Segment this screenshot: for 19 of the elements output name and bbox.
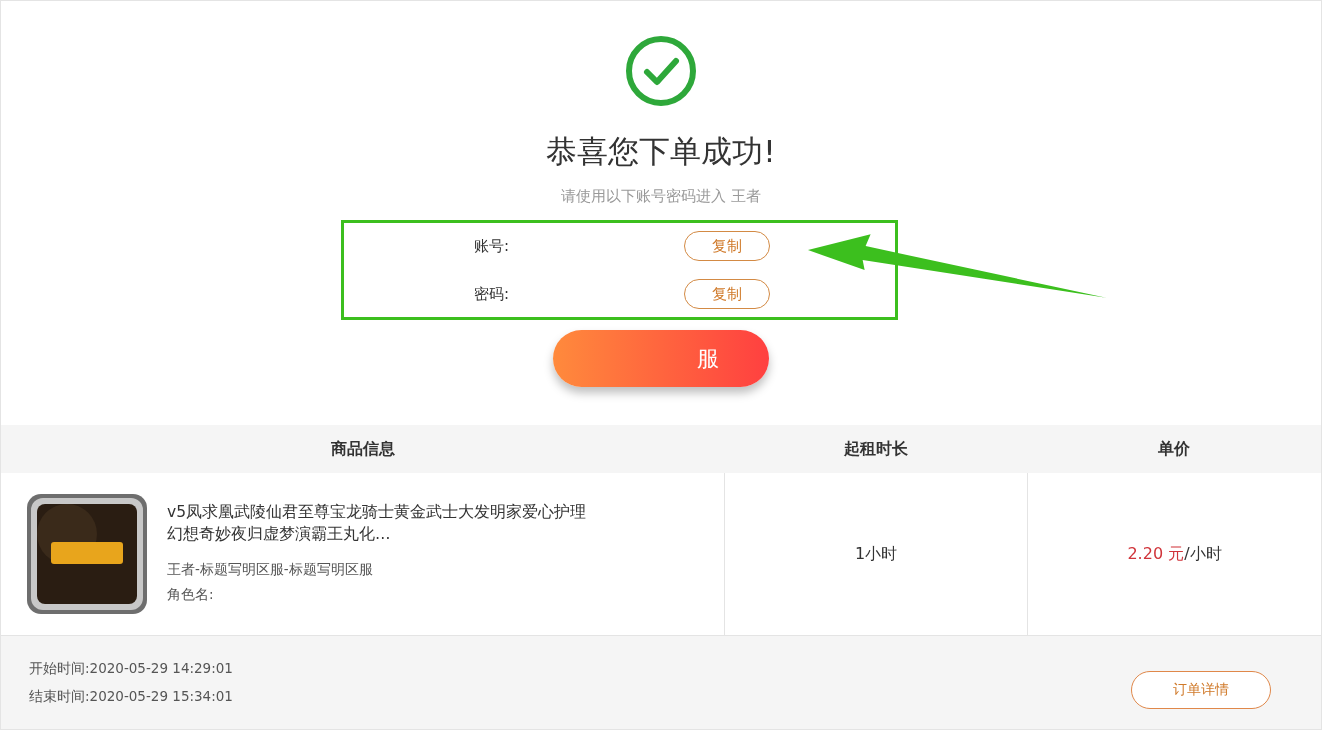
copy-button[interactable]: 复制 <box>684 231 770 261</box>
copy-button[interactable]: 复制 <box>684 279 770 309</box>
contact-service-button[interactable]: 服 <box>553 330 769 387</box>
end-time: 结束时间:2020-05-29 15:34:01 <box>29 687 233 706</box>
credential-label: 账号: <box>474 236 511 256</box>
column-header: 商品信息 <box>330 437 396 460</box>
credential-label: 密码: <box>474 284 511 304</box>
duration-text: 1小时 <box>854 543 898 565</box>
order-details-button[interactable]: 订单详情 <box>1131 670 1271 709</box>
success-title: 恭喜您下单成功! <box>546 132 776 171</box>
server-text: 王者-标题写明区服-标题写明区服 <box>167 560 374 579</box>
column-header: 单价 <box>1157 437 1191 460</box>
column-header: 起租时长 <box>843 437 909 460</box>
product-title: v5凤求凰武陵仙君至尊宝龙骑士黄金武士大发明家爱心护理幻想奇妙夜归虚梦演霸王丸化… <box>167 502 587 545</box>
price-text: 2.20 元/小时 <box>1127 543 1222 565</box>
instruction-text: 请使用以下账号密码进入 王者 <box>561 187 761 206</box>
role-label: 角色名: <box>167 585 215 604</box>
check-icon <box>625 35 697 107</box>
start-time: 开始时间:2020-05-29 14:29:01 <box>29 659 233 678</box>
